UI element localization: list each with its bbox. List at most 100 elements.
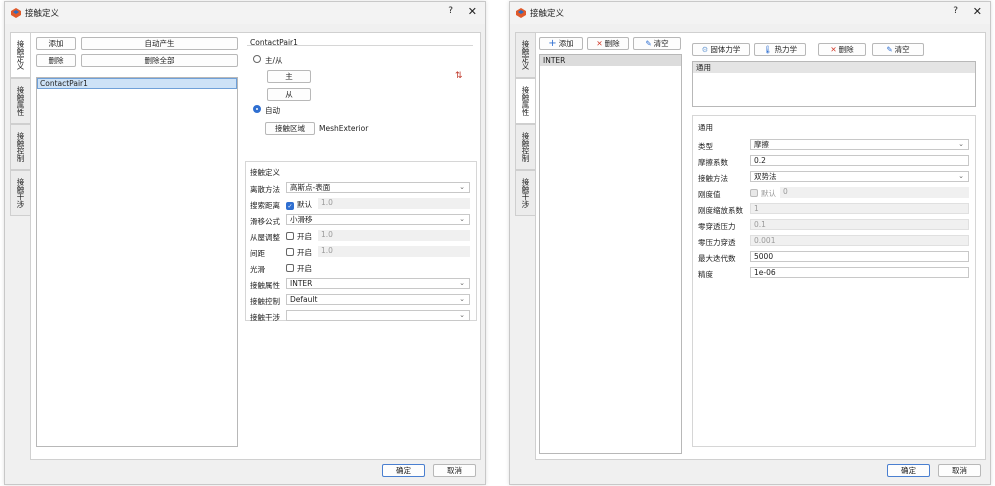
stiffness-field[interactable]: 0 (780, 187, 969, 198)
contact-interference-select[interactable]: ⌄ (286, 310, 470, 321)
plus-icon: + (548, 38, 557, 49)
zero-penetration-pressure-label: 零穿透压力 (698, 222, 736, 231)
contact-method-select[interactable]: 双势法 ⌄ (750, 171, 969, 182)
contact-interference-label: 接触干涉 (250, 313, 280, 322)
chevron-down-icon: ⌄ (459, 279, 465, 287)
precision-label: 精度 (698, 270, 713, 279)
property-list[interactable]: INTER (539, 54, 682, 454)
search-distance-default[interactable]: ✓ 默认 (286, 199, 312, 210)
ok-button[interactable]: 确定 (382, 464, 425, 477)
discrete-method-select[interactable]: 高斯点-表面 ⌄ (286, 182, 470, 193)
master-button[interactable]: 主 (267, 70, 311, 83)
auto-generate-button[interactable]: 自动产生 (81, 37, 238, 50)
contact-region-button[interactable]: 接触区域 (265, 122, 315, 135)
chevron-down-icon: ⌄ (459, 215, 465, 223)
tab-contact-interference[interactable]: 接触干涉 (10, 170, 31, 216)
type-table-header: 通用 (693, 62, 975, 73)
zero-penetration-pressure-field[interactable]: 0.1 (750, 219, 969, 230)
check-icon: ✓ (286, 202, 294, 210)
tab-contact-control[interactable]: 接触控制 (515, 124, 536, 170)
smooth-toggle[interactable]: 开启 (286, 263, 312, 274)
app-icon (11, 8, 21, 18)
type-select[interactable]: 摩擦 ⌄ (750, 139, 969, 150)
tab-contact-definition[interactable]: 接触定义 (515, 32, 536, 78)
broom-icon: ✎ (645, 39, 652, 48)
app-icon (516, 8, 526, 18)
delete-all-button[interactable]: 删除全部 (81, 54, 238, 67)
precision-field[interactable]: 1e-06 (750, 267, 969, 278)
max-iterations-field[interactable]: 5000 (750, 251, 969, 262)
cancel-button[interactable]: 取消 (938, 464, 981, 477)
type-label: 类型 (698, 142, 713, 151)
list-item[interactable]: ContactPair1 (37, 78, 237, 89)
contact-region-value: MeshExterior (319, 124, 369, 133)
auto-label: 自动 (265, 106, 280, 115)
add-button[interactable]: 添加 (36, 37, 76, 50)
tab-contact-property[interactable]: 接触属性 (515, 78, 536, 124)
ok-button[interactable]: 确定 (887, 464, 930, 477)
slave-adjust-label: 从屋调整 (250, 233, 280, 242)
gear-icon: ⚙ (701, 45, 709, 54)
contact-pair-list[interactable]: ContactPair1 (36, 77, 238, 447)
cancel-button[interactable]: 取消 (433, 464, 476, 477)
side-tabs: 接触定义 接触属性 接触控制 接触干涉 (10, 32, 31, 216)
chevron-down-icon: ⌄ (459, 183, 465, 191)
add-button[interactable]: + 添加 (539, 37, 583, 50)
thermal-button[interactable]: 🌡 热力学 (754, 43, 806, 56)
type-table[interactable]: 通用 (692, 61, 976, 107)
type-clear-button[interactable]: ✎ 清空 (872, 43, 924, 56)
contact-property-select[interactable]: INTER ⌄ (286, 278, 470, 289)
stiffness-default[interactable]: 默认 (750, 188, 776, 199)
broom-icon: ✎ (886, 45, 893, 54)
slip-formula-select[interactable]: 小滑移 ⌄ (286, 214, 470, 225)
content-pane: 添加 自动产生 删除 删除全部 ContactPair1 ContactPair… (30, 32, 481, 460)
side-tabs: 接触定义 接触属性 接触控制 接触干涉 (515, 32, 536, 216)
friction-coef-field[interactable]: 0.2 (750, 155, 969, 166)
close-button[interactable]: ✕ (468, 5, 477, 18)
definition-group-title: 接触定义 (250, 168, 280, 177)
smooth-label: 光滑 (250, 265, 265, 274)
window-title: 接触定义 (530, 9, 565, 19)
clear-button[interactable]: ✎ 清空 (633, 37, 681, 50)
auto-radio[interactable] (253, 105, 261, 113)
max-iterations-label: 最大迭代数 (698, 254, 736, 263)
content-pane: + 添加 ✕ 删除 ✎ 清空 INTER ⚙ 固体力学 🌡 热力学 ✕ 删除 ✎ 清空 通用 … (535, 32, 986, 460)
stiffness-scale-field[interactable]: 1 (750, 203, 969, 214)
stiffness-scale-label: 刚度缩放系数 (698, 206, 743, 215)
delete-button[interactable]: 删除 (36, 54, 76, 67)
close-button[interactable]: ✕ (973, 5, 982, 18)
thermometer-icon: 🌡 (762, 45, 773, 54)
search-distance-label: 搜索距离 (250, 201, 280, 210)
contact-property-dialog: 接触定义 ? ✕ 接触定义 接触属性 接触控制 接触干涉 + 添加 ✕ 删除 ✎ 清空… (509, 1, 991, 485)
zero-pressure-penetration-label: 零压力穿透 (698, 238, 736, 247)
chevron-down-icon: ⌄ (459, 311, 465, 319)
stiffness-label: 刚度值 (698, 190, 721, 199)
search-distance-field[interactable]: 1.0 (318, 198, 470, 209)
tab-contact-control[interactable]: 接触控制 (10, 124, 31, 170)
list-item[interactable]: INTER (540, 55, 681, 66)
window-title: 接触定义 (25, 9, 60, 19)
slave-adjust-field[interactable]: 1.0 (318, 230, 470, 241)
general-group-title: 通用 (698, 123, 713, 132)
slave-adjust-toggle[interactable]: 开启 (286, 231, 312, 242)
master-slave-label: 主/从 (265, 56, 283, 65)
zero-pressure-penetration-field[interactable]: 0.001 (750, 235, 969, 246)
delete-button[interactable]: ✕ 删除 (587, 37, 629, 50)
clearance-field[interactable]: 1.0 (318, 246, 470, 257)
chevron-down-icon: ⌄ (958, 140, 964, 148)
tab-contact-interference[interactable]: 接触干涉 (515, 170, 536, 216)
slave-button[interactable]: 从 (267, 88, 311, 101)
contact-control-select[interactable]: Default ⌄ (286, 294, 470, 305)
clearance-toggle[interactable]: 开启 (286, 247, 312, 258)
contact-control-label: 接触控制 (250, 297, 280, 306)
master-slave-radio[interactable] (253, 55, 261, 63)
tab-contact-definition[interactable]: 接触定义 (10, 32, 31, 78)
help-button[interactable]: ? (448, 6, 453, 16)
help-button[interactable]: ? (953, 6, 958, 16)
type-delete-button[interactable]: ✕ 删除 (818, 43, 866, 56)
tab-contact-property[interactable]: 接触属性 (10, 78, 31, 124)
swap-icon[interactable]: ⇅ (455, 71, 463, 81)
chevron-down-icon: ⌄ (958, 172, 964, 180)
discrete-method-label: 离散方法 (250, 185, 280, 194)
solid-mechanics-button[interactable]: ⚙ 固体力学 (692, 43, 750, 56)
